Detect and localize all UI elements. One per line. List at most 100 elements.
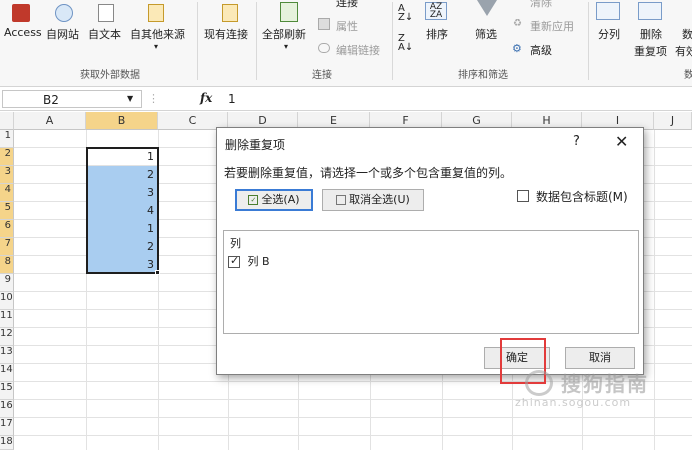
cell-b8[interactable]: 3 [86, 256, 157, 273]
watermark: 搜狗指南 zhinan.sogou.com [515, 368, 675, 418]
advanced-filter-button[interactable]: 高级 [530, 42, 552, 58]
column-b-checkbox[interactable] [228, 254, 240, 268]
existing-connections-icon [222, 4, 238, 22]
from-other-sources-button[interactable]: 自其他来源 [130, 26, 185, 42]
chevron-down-icon[interactable]: ▾ [284, 42, 288, 51]
cell-b3[interactable]: 2 [86, 166, 157, 183]
row-header-5[interactable]: 5 [0, 202, 14, 220]
insert-function-icon[interactable]: fx [200, 91, 212, 105]
group-name-external: 获取外部数据 [80, 70, 140, 81]
sort-descending-icon[interactable]: Z A↓ [398, 34, 413, 53]
from-web-button[interactable]: 自网站 [46, 26, 79, 42]
cell-b4[interactable]: 3 [86, 184, 157, 201]
row-header-8[interactable]: 8 [0, 256, 14, 274]
group-name-connections: 连接 [312, 70, 332, 81]
row-header-18[interactable]: 18 [0, 436, 14, 450]
unselect-all-icon [336, 195, 347, 205]
group-name-sort-filter: 排序和筛选 [458, 70, 508, 81]
list-header: 列 [230, 237, 241, 250]
has-headers-label: 数据包含标题(M) [536, 190, 628, 204]
properties-button[interactable]: 属性 [336, 18, 358, 34]
column-header-a[interactable]: A [14, 112, 86, 130]
properties-icon [318, 18, 330, 30]
reapply-button[interactable]: 重新应用 [530, 18, 574, 34]
text-to-columns-icon [596, 2, 620, 20]
columns-listbox[interactable]: 列 列 B [223, 230, 639, 334]
unselect-all-button[interactable]: 取消全选(U) [322, 189, 424, 211]
refresh-icon [280, 2, 298, 22]
sogou-logo-icon [525, 370, 553, 396]
cell-b7[interactable]: 2 [86, 238, 157, 255]
select-all-icon: ✓ [248, 195, 259, 205]
advanced-filter-icon: ⚙ [512, 42, 522, 55]
access-button[interactable]: Access [4, 26, 42, 39]
chevron-down-icon[interactable]: ▾ [154, 42, 158, 51]
connections-button[interactable]: 连接 [336, 0, 358, 10]
data-validation-button[interactable]: 有效 [675, 43, 692, 59]
cancel-button[interactable]: 取消 [565, 347, 635, 369]
filter-button[interactable]: 筛选 [475, 26, 497, 42]
row-header-11[interactable]: 11 [0, 310, 14, 328]
formula-bar: B2 ▼ ⋮ fx 1 [0, 88, 692, 111]
unselect-all-label: 取消全选(U) [349, 193, 410, 206]
remove-duplicates-dialog: 删除重复项 ? ✕ 若要删除重复值，请选择一个或多个包含重复值的列。 ✓ 全选(A… [216, 127, 644, 375]
formula-input[interactable]: 1 [228, 92, 236, 106]
row-header-3[interactable]: 3 [0, 166, 14, 184]
refresh-all-button[interactable]: 全部刷新 [262, 26, 306, 42]
cell-b6[interactable]: 1 [86, 220, 157, 237]
watermark-url: zhinan.sogou.com [515, 396, 632, 409]
row-header-15[interactable]: 15 [0, 382, 14, 400]
sort-ascending-icon[interactable]: A Z↓ [398, 4, 413, 23]
list-item[interactable]: 列 B [228, 253, 270, 269]
row-header-2[interactable]: 2 [0, 148, 14, 166]
text-to-columns-button[interactable]: 分列 [598, 26, 620, 42]
row-header-12[interactable]: 12 [0, 328, 14, 346]
row-header-10[interactable]: 10 [0, 292, 14, 310]
excel-window: Access 自网站 自文本 自其他来源 ▾ 现有连接 获取外部数据 全部刷新 … [0, 0, 692, 450]
row-header-17[interactable]: 17 [0, 418, 14, 436]
row-header-14[interactable]: 14 [0, 364, 14, 382]
column-header-j[interactable]: J [654, 112, 692, 130]
reapply-icon: ♻ [513, 18, 522, 29]
text-file-icon [98, 4, 114, 22]
remove-duplicates-button-line2[interactable]: 重复项 [634, 43, 667, 59]
watermark-title: 搜狗指南 [561, 372, 649, 396]
group-name-data-tools: 数 [684, 70, 692, 81]
row-header-4[interactable]: 4 [0, 184, 14, 202]
has-headers-checkbox[interactable] [517, 190, 529, 202]
name-box[interactable]: B2 ▼ [2, 90, 142, 108]
other-sources-icon [148, 4, 164, 22]
edit-links-button[interactable]: 编辑链接 [336, 42, 380, 58]
help-button[interactable]: ? [573, 134, 580, 149]
cell-b2[interactable]: 1 [86, 148, 157, 165]
row-header-7[interactable]: 7 [0, 238, 14, 256]
select-all-button[interactable]: ✓ 全选(A) [235, 189, 313, 211]
select-all-corner[interactable] [0, 112, 14, 130]
sort-button[interactable]: 排序 [426, 26, 448, 42]
column-b-label: 列 B [247, 255, 270, 268]
web-icon [55, 4, 73, 22]
clear-filter-button[interactable]: 清除 [530, 0, 552, 10]
close-button[interactable]: ✕ [615, 132, 628, 151]
select-all-label: 全选(A) [261, 193, 300, 206]
ribbon-data-tab: Access 自网站 自文本 自其他来源 ▾ 现有连接 获取外部数据 全部刷新 … [0, 0, 692, 87]
existing-connections-button[interactable]: 现有连接 [204, 26, 248, 42]
remove-duplicates-icon [638, 2, 662, 20]
row-header-6[interactable]: 6 [0, 220, 14, 238]
cell-b5[interactable]: 4 [86, 202, 157, 219]
chevron-down-icon[interactable]: ▼ [127, 94, 133, 103]
remove-duplicates-button[interactable]: 删除 [640, 26, 662, 42]
link-icon [318, 43, 330, 53]
sort-dialog-icon: AZ ZA [425, 2, 447, 20]
row-header-9[interactable]: 9 [0, 274, 14, 292]
dialog-description: 若要删除重复值，请选择一个或多个包含重复值的列。 [224, 166, 513, 180]
from-text-button[interactable]: 自文本 [88, 26, 121, 42]
data-validation-button-top[interactable]: 数 [682, 26, 692, 42]
name-box-value: B2 [43, 93, 59, 107]
row-header-13[interactable]: 13 [0, 346, 14, 364]
column-header-b[interactable]: B [86, 112, 158, 130]
filter-icon [477, 0, 497, 16]
row-header-16[interactable]: 16 [0, 400, 14, 418]
row-header-1[interactable]: 1 [0, 130, 14, 148]
resize-handle[interactable]: ⋮ [148, 92, 159, 105]
